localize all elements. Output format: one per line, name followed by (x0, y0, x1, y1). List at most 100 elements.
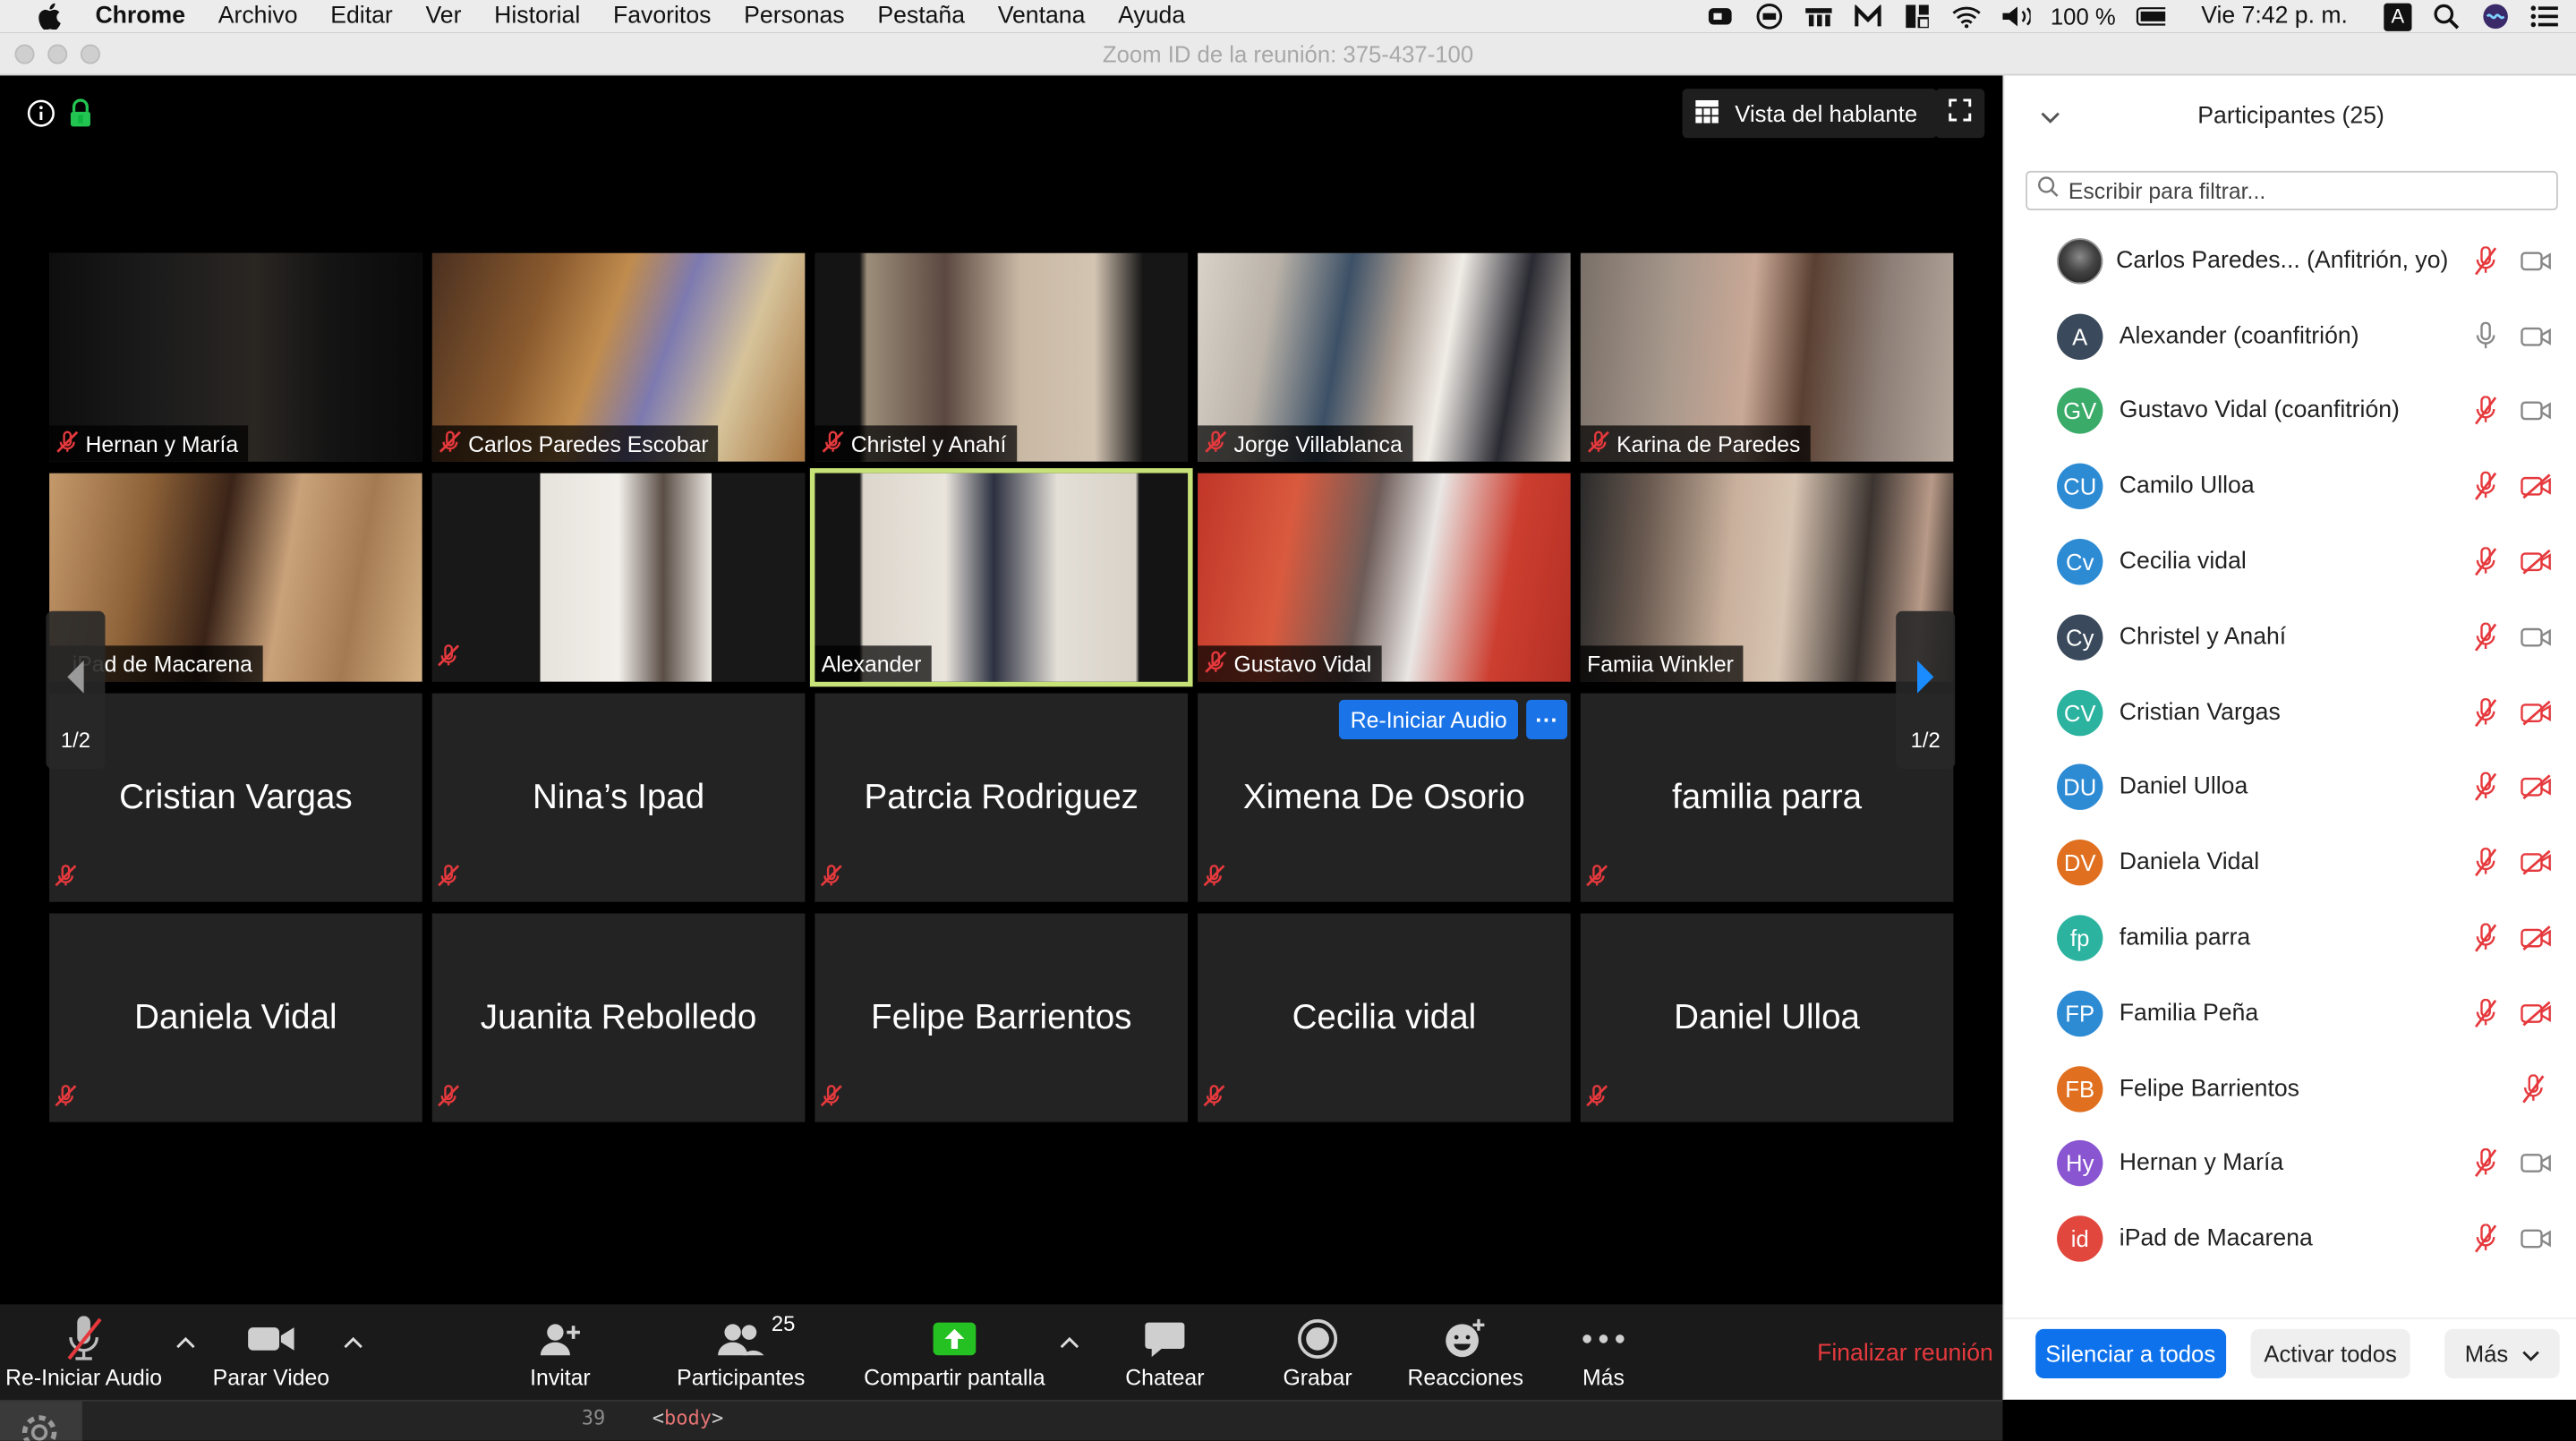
participant-row[interactable]: A Alexander (coanfitrión) (2004, 299, 2576, 374)
stop-video-button[interactable]: Parar Video (213, 1311, 329, 1394)
participant-row[interactable]: CV Cristian Vargas (2004, 675, 2576, 750)
muted-mic-icon[interactable] (2471, 246, 2501, 276)
video-camera-icon[interactable] (2519, 622, 2555, 652)
muted-mic-icon[interactable] (2471, 622, 2501, 652)
vpn-tray-icon[interactable] (1754, 4, 1784, 30)
end-meeting-button[interactable]: Finalizar reunión (1817, 1341, 1993, 1367)
video-tile[interactable]: Hernan y María (49, 252, 422, 462)
volume-icon[interactable] (2001, 5, 2031, 29)
mic-icon[interactable] (2471, 321, 2501, 351)
participant-row[interactable]: GV Gustavo Vidal (coanfitrión) (2004, 374, 2576, 449)
battery-percent[interactable]: 100 % (2051, 4, 2116, 30)
video-off-icon[interactable] (2519, 848, 2555, 878)
muted-mic-icon[interactable] (2471, 472, 2501, 501)
menu-historial[interactable]: Historial (494, 4, 580, 30)
menu-archivo[interactable]: Archivo (218, 4, 298, 30)
speaker-view-button[interactable]: Vista del hablante (1682, 89, 1938, 139)
collapse-panel-chevron-icon[interactable] (2041, 105, 2060, 131)
notification-center-icon[interactable] (2530, 5, 2560, 29)
zoom-tray-icon[interactable] (1705, 5, 1735, 29)
video-tile[interactable]: Christel y Anahí (815, 252, 1189, 462)
video-off-icon[interactable] (2519, 924, 2555, 953)
participant-tile[interactable]: Patrcia Rodriguez (815, 693, 1189, 902)
audio-options-chevron-icon[interactable] (175, 1334, 198, 1350)
encryption-lock-icon[interactable] (69, 98, 92, 136)
video-camera-icon[interactable] (2519, 1149, 2555, 1179)
participant-row[interactable]: FP Familia Peña (2004, 976, 2576, 1051)
participant-row[interactable]: CU Camilo Ulloa (2004, 449, 2576, 524)
menu-ayuda[interactable]: Ayuda (1118, 4, 1185, 30)
video-tile[interactable]: Karina de Paredes (1580, 252, 1954, 462)
muted-mic-icon[interactable] (2471, 1224, 2501, 1254)
menu-app-name[interactable]: Chrome (95, 4, 185, 30)
chat-button[interactable]: Chatear (1123, 1311, 1206, 1394)
participant-row[interactable]: fp familia parra (2004, 900, 2576, 976)
spotlight-search-icon[interactable] (2432, 4, 2461, 30)
muted-mic-icon[interactable] (2471, 547, 2501, 576)
muted-mic-icon[interactable] (2471, 396, 2501, 426)
participant-row[interactable]: DU Daniel Ulloa (2004, 750, 2576, 825)
record-button[interactable]: Grabar (1278, 1311, 1357, 1394)
participant-row[interactable]: Hy Hernan y María (2004, 1126, 2576, 1201)
participant-row[interactable]: DV Daniela Vidal (2004, 825, 2576, 900)
m-tray-icon[interactable] (1854, 4, 1883, 29)
audio-button[interactable]: Re-Iniciar Audio (5, 1311, 162, 1394)
video-off-icon[interactable] (2519, 472, 2555, 501)
video-off-icon[interactable] (2519, 773, 2555, 803)
menu-pestana[interactable]: Pestaña (877, 4, 965, 30)
reactions-button[interactable]: Reacciones (1406, 1311, 1524, 1394)
menu-ventana[interactable]: Ventana (998, 4, 1086, 30)
tile-more-options-button[interactable]: ··· (1526, 699, 1568, 739)
active-speaker-tile[interactable]: Alexander (809, 468, 1193, 687)
participant-tile[interactable]: Juanita Rebolledo (431, 913, 806, 1122)
invite-button[interactable]: Invitar (523, 1311, 598, 1394)
bridge-tray-icon[interactable] (1804, 5, 1834, 29)
mute-all-button[interactable]: Silenciar a todos (2035, 1328, 2226, 1378)
video-camera-icon[interactable] (2519, 396, 2555, 426)
video-off-icon[interactable] (2519, 547, 2555, 576)
muted-mic-icon[interactable] (2471, 848, 2501, 878)
video-camera-icon[interactable] (2519, 1224, 2555, 1254)
next-page-button[interactable]: 1/2 (1896, 610, 1956, 770)
video-tile[interactable]: Jorge Villablanca (1198, 252, 1571, 462)
video-tile[interactable]: Carlos Paredes Escobar (431, 252, 806, 462)
menu-favoritos[interactable]: Favoritos (613, 4, 711, 30)
video-camera-icon[interactable] (2519, 321, 2555, 351)
video-options-chevron-icon[interactable] (342, 1334, 365, 1350)
participant-tile[interactable]: Nina’s Ipad (431, 693, 806, 902)
participant-tile[interactable]: Cristian Vargas (49, 693, 422, 902)
devtools-settings-button[interactable] (0, 1401, 82, 1441)
filter-input[interactable] (2068, 178, 2546, 203)
info-icon[interactable] (26, 98, 55, 136)
siri-icon[interactable] (2481, 4, 2511, 30)
panel-more-button[interactable]: Más (2444, 1328, 2560, 1378)
video-off-icon[interactable] (2519, 999, 2555, 1028)
muted-mic-icon[interactable] (2519, 1073, 2548, 1104)
participant-filter[interactable] (2026, 170, 2558, 210)
muted-mic-icon[interactable] (2471, 772, 2501, 803)
participant-tile[interactable]: Cecilia vidal (1198, 913, 1571, 1122)
video-tile[interactable] (431, 473, 806, 682)
grid-tray-icon[interactable] (1903, 4, 1932, 29)
participant-tile[interactable]: Daniel Ulloa (1580, 913, 1954, 1122)
participant-row[interactable]: Cy Christel y Anahí (2004, 600, 2576, 675)
participant-row[interactable]: Cv Cecilia vidal (2004, 524, 2576, 600)
participant-tile[interactable]: Felipe Barrientos (815, 913, 1189, 1122)
video-off-icon[interactable] (2519, 697, 2555, 727)
participants-button[interactable]: 25 Participantes (674, 1311, 809, 1394)
muted-mic-icon[interactable] (2471, 998, 2501, 1028)
menubar-clock[interactable]: Vie 7:42 p. m. (2201, 4, 2348, 30)
tile-reaudio-button[interactable]: Re-Iniciar Audio (1338, 699, 1519, 739)
fullscreen-button[interactable] (1935, 89, 1985, 139)
muted-mic-icon[interactable] (2471, 1148, 2501, 1179)
share-options-chevron-icon[interactable] (1058, 1334, 1081, 1350)
apple-menu-icon[interactable] (36, 3, 62, 30)
video-tile[interactable]: iPad de Macarena (49, 473, 422, 682)
unmute-all-button[interactable]: Activar todos (2250, 1328, 2410, 1378)
menu-editar[interactable]: Editar (330, 4, 393, 30)
previous-page-button[interactable]: 1/2 (46, 610, 106, 770)
more-button[interactable]: Más (1577, 1311, 1630, 1394)
video-camera-icon[interactable] (2519, 246, 2555, 276)
participant-tile[interactable]: Daniela Vidal (49, 913, 422, 1122)
menu-ver[interactable]: Ver (425, 4, 461, 30)
